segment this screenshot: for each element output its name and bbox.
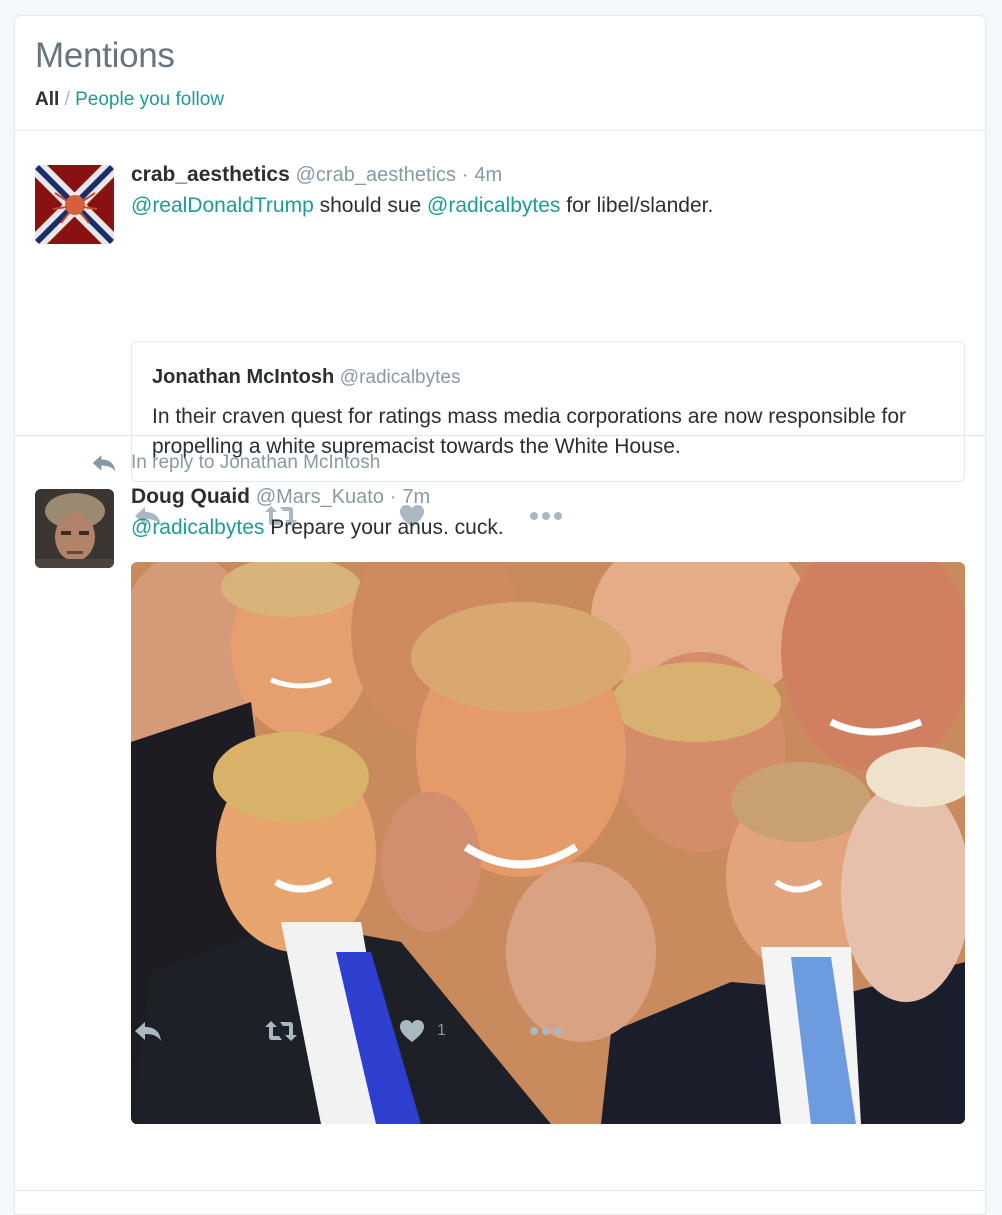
filter-all[interactable]: All [35,89,59,110]
tweet-text-segment: for libel/slander. [560,194,714,217]
avatar[interactable] [35,165,114,244]
tweet[interactable]: crab_aesthetics @crab_aesthetics · 4m @r… [15,131,985,527]
filter-separator: / [64,89,70,110]
tweet-actions: 1 [131,1016,731,1046]
avatar-image [35,165,114,244]
tweet-content: crab_aesthetics @crab_aesthetics · 4m @r… [131,162,965,220]
quoted-author: Jonathan McIntosh @radicalbytes [152,364,944,391]
quoted-author-name: Jonathan McIntosh [152,366,335,388]
more-icon [530,1027,562,1035]
tweet-text-segment: should sue [313,194,428,217]
retweet-icon [265,1021,297,1041]
like-count: 1 [437,1022,446,1039]
reply-icon [92,455,116,472]
mention-link[interactable]: @radicalbytes [427,194,560,217]
separator-dot: · [389,486,397,508]
tweet-header: crab_aesthetics @crab_aesthetics · 4m [131,162,965,188]
filter-people-you-follow[interactable]: People you follow [75,89,224,110]
avatar[interactable] [35,489,114,568]
more-button[interactable] [529,1016,563,1046]
tweet[interactable]: In reply to Jonathan McIntosh Doug Quaid… [15,436,985,1191]
separator-dot: · [461,164,469,186]
retweet-button[interactable] [264,1016,298,1046]
quoted-author-handle: @radicalbytes [339,367,461,388]
timestamp[interactable]: 7m [402,486,430,508]
reply-context-text: In reply to Jonathan McIntosh [131,452,381,473]
like-button[interactable]: 1 [399,1016,446,1046]
tweet-header: Doug Quaid @Mars_Kuato · 7m [131,484,965,510]
mentions-card: Mentions All / People you follow crab_ae… [14,15,986,1215]
mentions-header: Mentions All / People you follow [15,16,985,131]
tweet-text: @realDonaldTrump should sue @radicalbyte… [131,192,965,220]
mentions-filter: All / People you follow [35,88,965,112]
author-name[interactable]: crab_aesthetics [131,163,290,186]
mention-link[interactable]: @realDonaldTrump [131,194,314,217]
author-handle[interactable]: @Mars_Kuato [256,486,384,508]
author-name[interactable]: Doug Quaid [131,485,250,508]
tweet-content: Doug Quaid @Mars_Kuato · 7m @radicalbyte… [131,484,965,542]
reply-context[interactable]: In reply to Jonathan McIntosh [91,452,380,474]
avatar-image [35,489,114,568]
reply-icon [135,1022,161,1041]
author-handle[interactable]: @crab_aesthetics [296,164,456,186]
reply-button[interactable] [133,1016,163,1046]
timestamp[interactable]: 4m [474,164,502,186]
tweet-text-segment: Prepare your anus. cuck. [264,516,504,539]
heart-icon [400,1020,424,1042]
tweet-text: @radicalbytes Prepare your anus. cuck. [131,514,965,542]
mention-link[interactable]: @radicalbytes [131,516,264,539]
page-title: Mentions [35,36,175,75]
